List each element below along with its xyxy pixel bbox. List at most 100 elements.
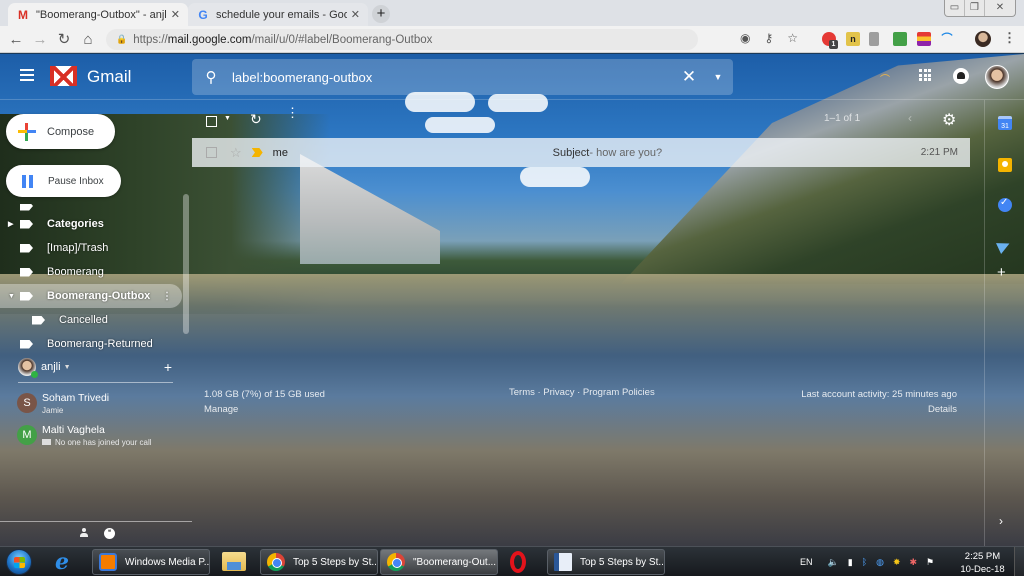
hangouts-me[interactable]: anjli ▼ + — [0, 354, 182, 380]
search-options-caret-icon[interactable]: ▼ — [703, 72, 733, 82]
volume-icon[interactable]: 🔈 — [828, 557, 839, 568]
label-list-scrollbar[interactable] — [183, 194, 189, 334]
label-item-categories[interactable]: ▶ Categories — [0, 212, 182, 236]
chrome-menu-icon[interactable]: ⋮ — [1003, 30, 1016, 46]
windows-start-button[interactable] — [6, 549, 32, 575]
label-tag-icon — [20, 243, 33, 253]
google-apps-icon[interactable] — [919, 69, 931, 81]
tab-gmail-boomerang-outbox[interactable]: M "Boomerang-Outbox" - anjlivagh ✕ — [8, 3, 188, 26]
home-button[interactable]: ⌂ — [76, 31, 100, 48]
star-icon[interactable]: ☆ — [230, 145, 242, 161]
account-avatar[interactable] — [985, 65, 1009, 89]
manage-storage-link[interactable]: Manage — [204, 402, 325, 417]
taskbar-button-chrome-top5[interactable]: Top 5 Steps by St... — [260, 549, 378, 575]
system-tray: EN 🔈 ▮ ᛒ ◍ ✸ ✱ ⚑ — [800, 547, 934, 576]
keep-lightbulb-icon[interactable] — [998, 158, 1012, 172]
important-marker-icon[interactable] — [251, 148, 263, 157]
minimize-button[interactable]: ▭ — [945, 0, 965, 16]
label-item-cancelled[interactable]: Cancelled — [0, 308, 182, 332]
message-time: 2:21 PM — [920, 147, 958, 158]
refresh-icon[interactable]: ↻ — [250, 111, 262, 128]
extension-color-icon[interactable] — [917, 32, 931, 46]
network-warning-icon[interactable]: ✱ — [910, 557, 918, 568]
search-icon[interactable]: ⚲ — [192, 68, 230, 86]
boomerang-icon[interactable]: ⌒ — [880, 71, 890, 86]
prev-page-icon[interactable]: ‹ — [908, 111, 912, 125]
collapse-arrow-icon[interactable]: ▼ — [8, 293, 15, 300]
tasks-check-icon[interactable] — [998, 197, 1012, 212]
extension-n-icon[interactable]: n — [846, 32, 860, 46]
contact-item[interactable]: S Soham Trivedi Jamie — [0, 387, 182, 419]
pause-inbox-button[interactable]: Pause Inbox — [6, 165, 121, 197]
tracking-eye-icon[interactable]: ◉ — [740, 31, 750, 45]
message-sender: me — [272, 146, 288, 159]
expand-arrow-icon[interactable]: ▶ — [8, 220, 13, 228]
add-contact-icon[interactable]: + — [164, 359, 172, 375]
status-caret-icon[interactable]: ▼ — [64, 364, 71, 371]
label-item-imap-trash[interactable]: [Imap]/Trash — [0, 236, 182, 260]
more-options-icon[interactable]: ⋮ — [286, 106, 299, 119]
extension-office-icon[interactable] — [869, 32, 879, 46]
close-tab-icon[interactable]: ✕ — [351, 8, 360, 21]
select-all-checkbox[interactable] — [206, 116, 217, 127]
activity-details-link[interactable]: Details — [801, 402, 957, 417]
hangouts-panel: anjli ▼ + S Soham Trivedi Jamie M Malti … — [0, 354, 182, 451]
taskbar-button-word[interactable]: Top 5 Steps by St... — [547, 549, 665, 575]
close-window-button[interactable]: ✕ — [985, 0, 1015, 16]
reload-button[interactable]: ↻ — [52, 30, 76, 48]
battery-icon[interactable]: ▮ — [848, 557, 853, 568]
clear-search-icon[interactable]: ✕ — [675, 67, 703, 87]
extension-sheets-icon[interactable] — [893, 32, 907, 46]
gmail-logo-icon[interactable] — [50, 66, 77, 86]
extension-boomerang-icon[interactable]: ⌒ — [940, 32, 954, 46]
label-item-boomerang-outbox[interactable]: ▼ Boomerang-Outbox ⋮ — [0, 284, 182, 308]
contact-item[interactable]: M Malti Vaghela No one has joined your c… — [0, 419, 182, 451]
hangouts-divider — [18, 382, 173, 383]
address-bar[interactable]: 🔒 https://mail.google.com/mail/u/0/#labe… — [106, 29, 698, 50]
password-key-icon[interactable]: ⚷ — [764, 31, 773, 45]
message-checkbox[interactable] — [206, 147, 217, 158]
get-addons-plus-icon[interactable]: + — [997, 264, 1011, 281]
label-item[interactable] — [0, 204, 182, 212]
show-desktop-button[interactable] — [1014, 547, 1024, 576]
label-item-boomerang[interactable]: Boomerang — [0, 260, 182, 284]
background-snow-peak — [300, 154, 440, 264]
send-plane-icon[interactable] — [996, 238, 1012, 254]
hangouts-quote-icon[interactable]: ❝ — [104, 528, 115, 539]
select-options-caret-icon[interactable]: ▼ — [224, 115, 231, 122]
taskbar-button-media-player[interactable]: Windows Media P... — [92, 549, 210, 575]
notifications-bell-icon[interactable] — [953, 68, 969, 84]
chrome-icon — [267, 553, 285, 571]
back-button[interactable]: ← — [4, 31, 28, 48]
forward-button[interactable]: → — [28, 31, 52, 48]
label-more-options-icon[interactable]: ⋮ — [162, 291, 172, 302]
bookmark-star-icon[interactable]: ☆ — [787, 31, 798, 45]
main-menu-icon[interactable] — [20, 69, 34, 84]
calendar-icon[interactable]: 31 — [998, 116, 1012, 130]
sync-app-icon[interactable]: ◍ — [876, 557, 884, 568]
compose-button[interactable]: Compose — [6, 114, 115, 149]
compose-label: Compose — [47, 125, 95, 138]
network-icon[interactable]: ✸ — [893, 557, 901, 568]
tab-google-search[interactable]: G schedule your emails - Google Se ✕ — [188, 3, 368, 26]
close-tab-icon[interactable]: ✕ — [171, 8, 180, 21]
action-center-flag-icon[interactable]: ⚑ — [926, 557, 934, 568]
file-explorer-icon[interactable] — [222, 552, 246, 571]
taskbar-button-chrome-boomerang[interactable]: "Boomerang-Out... — [380, 549, 498, 575]
settings-gear-icon[interactable]: ⚙ — [942, 110, 956, 130]
label-name: Categories — [47, 218, 104, 230]
restore-button[interactable]: ❐ — [965, 0, 985, 16]
expand-panel-chevron-icon[interactable]: › — [999, 514, 1013, 528]
profile-avatar[interactable] — [975, 31, 991, 47]
label-item-boomerang-returned[interactable]: Boomerang-Returned — [0, 332, 182, 354]
bluetooth-icon[interactable]: ᛒ — [862, 557, 867, 567]
language-indicator[interactable]: EN — [800, 557, 813, 567]
system-clock[interactable]: 2:25 PM 10-Dec-18 — [955, 550, 1010, 576]
search-input[interactable] — [230, 69, 675, 85]
footer-policy-links[interactable]: Terms · Privacy · Program Policies — [509, 387, 655, 398]
new-tab-button[interactable]: + — [372, 5, 390, 23]
internet-explorer-icon[interactable]: e — [55, 550, 69, 574]
opera-icon[interactable] — [510, 551, 526, 573]
contacts-person-icon[interactable] — [80, 528, 88, 538]
message-row[interactable]: ☆ me Subject - how are you? 2:21 PM — [192, 138, 970, 167]
